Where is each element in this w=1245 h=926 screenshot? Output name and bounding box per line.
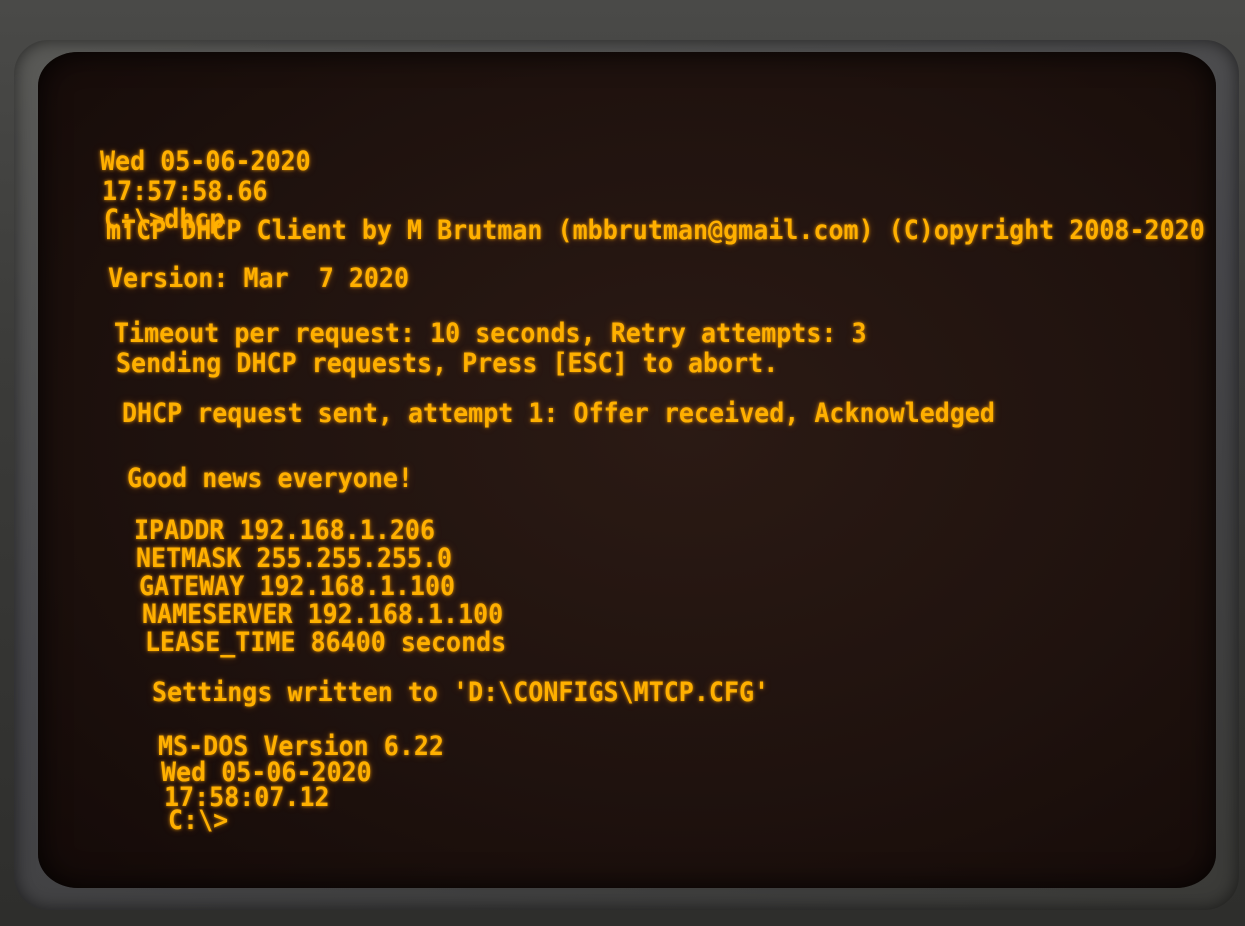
good-news-line: Good news everyone! [127, 463, 413, 494]
program-banner: mTCP DHCP Client by M Brutman (mbbrutman… [106, 215, 1205, 246]
timeout-line: Timeout per request: 10 seconds, Retry a… [114, 318, 867, 349]
settings-written-line: Settings written to 'D:\CONFIGS\MTCP.CFG… [152, 677, 770, 708]
crt-monitor: Wed 05-06-2020 17:57:58.66 C:\>dhcp mTCP… [0, 0, 1245, 926]
command-prompt[interactable]: C:\> [168, 804, 228, 837]
request-status-line: DHCP request sent, attempt 1: Offer rece… [122, 398, 995, 429]
dos-terminal[interactable]: Wed 05-06-2020 17:57:58.66 C:\>dhcp mTCP… [38, 52, 1216, 888]
date-line: Wed 05-06-2020 [100, 146, 311, 177]
crt-screen[interactable]: Wed 05-06-2020 17:57:58.66 C:\>dhcp mTCP… [38, 52, 1216, 888]
version-line: Version: Mar 7 2020 [108, 263, 410, 294]
sending-line: Sending DHCP requests, Press [ESC] to ab… [116, 348, 779, 379]
lease-time-line: LEASE_TIME 86400 seconds [145, 627, 507, 658]
